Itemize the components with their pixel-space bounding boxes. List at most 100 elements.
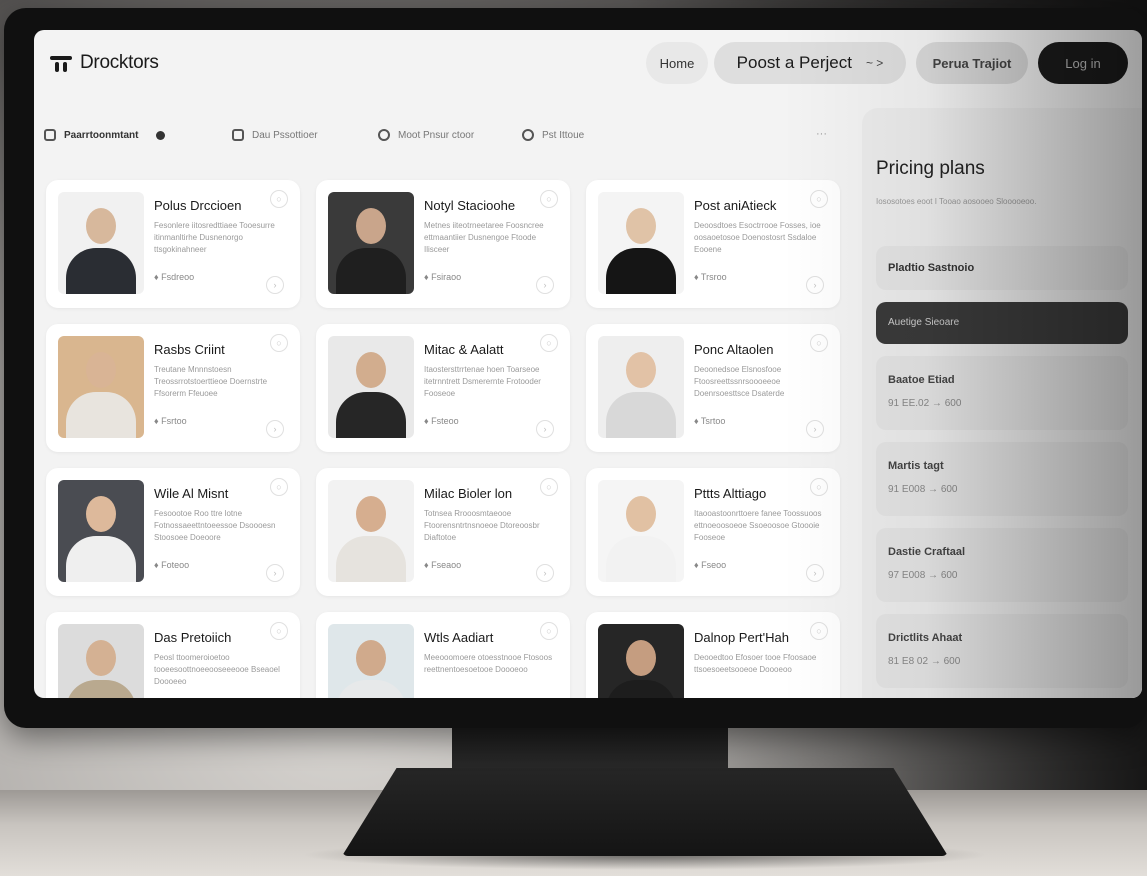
- brand-logo[interactable]: Drocktors: [50, 52, 159, 74]
- plan-option[interactable]: Pladtio Sastnoio: [876, 246, 1128, 290]
- filter-item[interactable]: Paarrtoonmtant: [44, 118, 166, 152]
- avatar: [58, 336, 144, 438]
- plan-option-selected[interactable]: Auetige Sieoare: [876, 302, 1128, 344]
- chevron-right-icon[interactable]: ›: [536, 420, 554, 438]
- freelancer-name: Polus Drccioen: [154, 198, 242, 213]
- bookmark-icon[interactable]: ○: [270, 622, 288, 640]
- chevron-right-icon[interactable]: ›: [266, 564, 284, 582]
- chevron-right-icon[interactable]: ›: [806, 564, 824, 582]
- freelancer-card[interactable]: Wtls Aadiart Meeooomoere otoesstnooe Ftos…: [316, 612, 570, 698]
- freelancer-rating: ♦ Trsroo: [694, 272, 727, 282]
- top-navbar: Drocktors Home Poost a Perject ~ > Perua…: [34, 30, 1142, 98]
- freelancer-card[interactable]: Notyl Stacioohe Metnes iiteotrneetaree Fo…: [316, 180, 570, 308]
- bookmark-icon[interactable]: ○: [810, 622, 828, 640]
- freelancer-card[interactable]: Pttts Alttiago Itaooastoonrttoere fanee T…: [586, 468, 840, 596]
- avatar: [598, 336, 684, 438]
- chevron-right-icon[interactable]: ›: [806, 420, 824, 438]
- freelancer-card[interactable]: Milac Bioler lon Totnsea Rrooosmtaeooe Ft…: [316, 468, 570, 596]
- pricing-panel: Pricing plans Iososotoes eoot I Tooao ao…: [862, 108, 1142, 698]
- filter-label: Paarrtoonmtant: [64, 129, 139, 141]
- plan-name: Martis tagt: [888, 460, 944, 472]
- freelancer-name: Wtls Aadiart: [424, 630, 494, 645]
- filter-item[interactable]: Moot Pnsur ctoor: [378, 118, 474, 152]
- freelancer-card[interactable]: Ponc Altaolen Deoonedsoe Elsnosfooe Ftoos…: [586, 324, 840, 452]
- freelancer-card[interactable]: Mitac & Aalatt Itaostersttrrtenae hoen To…: [316, 324, 570, 452]
- avatar: [58, 624, 144, 698]
- bookmark-icon[interactable]: ○: [540, 622, 558, 640]
- freelancer-name: Rasbs Criint: [154, 342, 225, 357]
- post-project-button[interactable]: Poost a Perject ~ >: [714, 42, 906, 84]
- freelancer-rating: ♦ Fsrtoo: [154, 416, 187, 426]
- avatar: [598, 192, 684, 294]
- plan-name: Drictlits Ahaat: [888, 632, 963, 644]
- avatar: [598, 624, 684, 698]
- plan-card[interactable]: Baatoe Etiad 91 EE.02 → 600: [876, 356, 1128, 430]
- freelancer-description: Peosl ttoomeroioetoo tooeesoottnoeeoosee…: [154, 653, 280, 686]
- bookmark-icon[interactable]: ○: [810, 334, 828, 352]
- freelancer-name: Milac Bioler lon: [424, 486, 513, 501]
- freelancer-name: Ponc Altaolen: [694, 342, 774, 357]
- plan-name: Auetige Sieoare: [888, 317, 960, 328]
- avatar: [58, 192, 144, 294]
- filter-item[interactable]: Dau Pssottioer: [232, 118, 318, 152]
- chevron-right-icon[interactable]: ›: [806, 276, 824, 294]
- freelancer-description: Itaostersttrrtenae hoen Toarseoe itetrnn…: [424, 365, 541, 398]
- person-icon: [522, 129, 534, 141]
- more-filters-button[interactable]: ···: [816, 128, 827, 140]
- bookmark-icon[interactable]: ○: [540, 478, 558, 496]
- plan-price: 97 E008 → 600: [888, 570, 958, 581]
- freelancer-rating: ♦ Fsdreoo: [154, 272, 195, 282]
- group-icon: [378, 129, 390, 141]
- freelancer-name: Mitac & Aalatt: [424, 342, 504, 357]
- freelancer-card[interactable]: Das Pretoiich Peosl ttoomeroioetoo tooees…: [46, 612, 300, 698]
- freelancer-description: Deoonedsoe Elsnosfooe Ftoosreettssnrsooo…: [694, 365, 785, 398]
- freelancer-rating: ♦ Fsiraoo: [424, 272, 462, 282]
- bookmark-icon[interactable]: ○: [270, 478, 288, 496]
- freelancer-card[interactable]: Polus Drccioen Fesonlere iitosredttiaee T…: [46, 180, 300, 308]
- freelancer-card[interactable]: Rasbs Criint Treutane Mnnnstoesn Treossrr…: [46, 324, 300, 452]
- freelancer-rating: ♦ Foteoo: [154, 560, 190, 570]
- active-dot-icon: [156, 130, 166, 140]
- bookmark-icon[interactable]: ○: [810, 190, 828, 208]
- freelancer-description: Treutane Mnnnstoesn Treossrrotstoerttieo…: [154, 365, 268, 398]
- chevron-right-icon[interactable]: ›: [266, 276, 284, 294]
- filter-label: Pst Ittoue: [542, 129, 585, 141]
- filter-item[interactable]: Pst Ittoue: [522, 118, 584, 152]
- image-icon: [232, 129, 244, 141]
- freelancer-name: Dalnop Pert'Hah: [694, 630, 789, 645]
- plan-name: Dastie Craftaal: [888, 546, 966, 558]
- monitor-screen: Drocktors Home Poost a Perject ~ > Perua…: [34, 30, 1142, 698]
- avatar: [328, 336, 414, 438]
- plan-card[interactable]: Martis tagt 91 E008 → 600: [876, 442, 1128, 516]
- bookmark-icon[interactable]: ○: [270, 190, 288, 208]
- plan-card[interactable]: Drictlits Ahaat 81 E8 02 → 600: [876, 614, 1128, 688]
- bookmark-icon[interactable]: ○: [540, 190, 558, 208]
- bookmark-icon[interactable]: ○: [810, 478, 828, 496]
- post-project-label: Poost a Perject: [736, 53, 852, 72]
- freelancer-rating: ♦ Fseoo: [694, 560, 727, 570]
- freelancer-description: Itaooastoonrttoere fanee Toossuoos ettno…: [694, 509, 822, 542]
- freelancer-rating: ♦ Fseaoo: [424, 560, 462, 570]
- chevron-right-icon[interactable]: ›: [266, 420, 284, 438]
- freelancer-card[interactable]: Wile Al Misnt Fesoootoe Roo ttre lotne Fo…: [46, 468, 300, 596]
- nav-home-button[interactable]: Home: [646, 42, 708, 84]
- freelancer-description: Metnes iiteotrneetaree Foosncree ettmaan…: [424, 221, 544, 254]
- plan-card[interactable]: Dastie Craftaal 97 E008 → 600: [876, 528, 1128, 602]
- freelancer-card[interactable]: Post aniAtieck Deoosdtoes Esoctrrooe Foss…: [586, 180, 840, 308]
- chevron-right-icon[interactable]: ›: [536, 564, 554, 582]
- logo-icon: [50, 54, 72, 72]
- filter-bar: Paarrtoonmtant Dau Pssottioer Moot Pnsur…: [34, 118, 854, 152]
- bookmark-icon[interactable]: ○: [270, 334, 288, 352]
- freelancer-rating: ♦ Fsteoo: [424, 416, 459, 426]
- bookmark-icon[interactable]: ○: [540, 334, 558, 352]
- freelancer-name: Das Pretoiich: [154, 630, 232, 645]
- freelancer-card[interactable]: Dalnop Pert'Hah Deooedtoo Efosoer tooe Ff…: [586, 612, 840, 698]
- login-button[interactable]: Log in: [1038, 42, 1128, 84]
- freelancer-description: Fesonlere iitosredttiaee Tooesurre itinm…: [154, 221, 275, 254]
- avatar: [328, 480, 414, 582]
- freelancer-description: Totnsea Rrooosmtaeooe Ftoorensntrtnsnoeo…: [424, 509, 540, 542]
- review-project-button[interactable]: Perua Trajiot: [916, 42, 1028, 84]
- freelancer-description: Meeooomoere otoesstnooe Ftosoos reettnen…: [424, 653, 553, 674]
- chevron-right-icon[interactable]: ›: [536, 276, 554, 294]
- freelancer-name: Wile Al Misnt: [154, 486, 229, 501]
